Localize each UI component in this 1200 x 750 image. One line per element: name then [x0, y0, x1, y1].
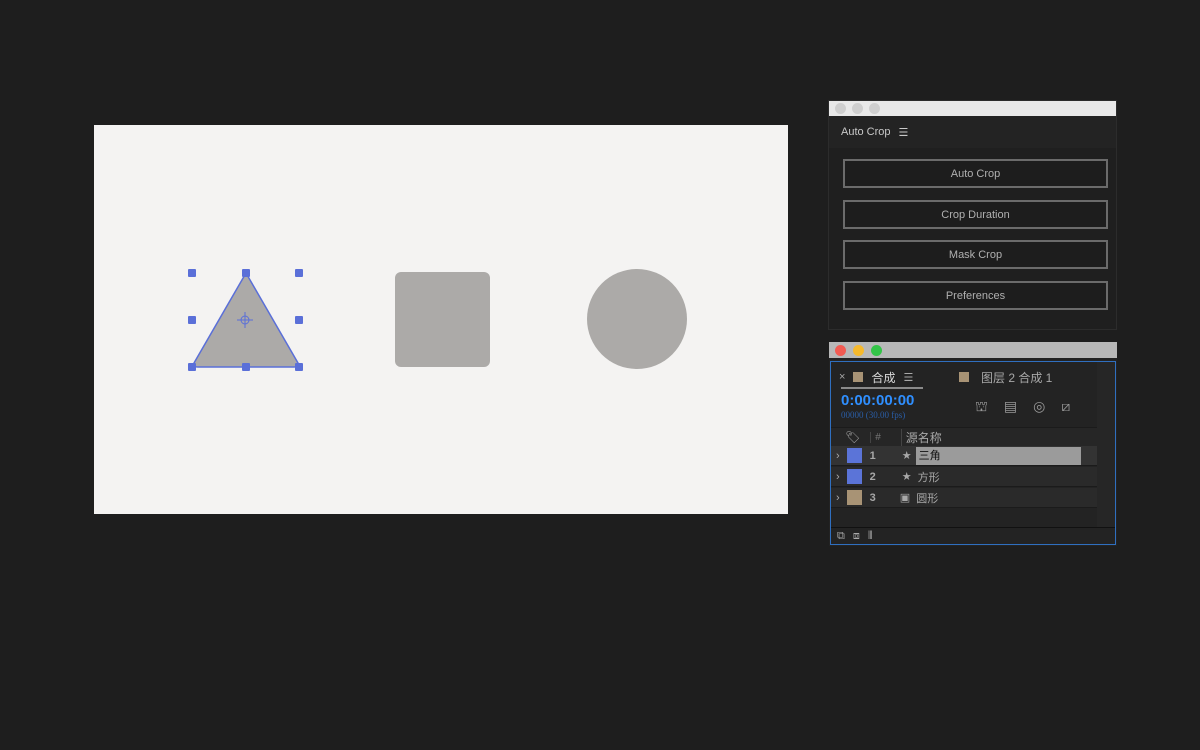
square-shape — [395, 272, 490, 367]
timecode[interactable]: 0:00:00:00 — [841, 392, 914, 409]
layer-row[interactable]: › 1 ★ 三角 — [831, 446, 1097, 466]
layer-row[interactable]: › 2 ★ 方形 — [831, 467, 1097, 487]
close-button[interactable] — [835, 344, 846, 356]
layer-name: 圆形 — [916, 492, 939, 505]
handle[interactable] — [242, 363, 250, 371]
crop-duration-button[interactable]: Crop Duration — [843, 200, 1108, 229]
handle[interactable] — [188, 269, 196, 277]
comp-color-swatch — [959, 372, 969, 382]
frame-count: 00000 (30.00 fps) — [841, 410, 906, 420]
tab-label: 合成 — [871, 370, 896, 385]
comp-flowchart-icon[interactable]: ⛫ — [975, 398, 988, 417]
column-source-name[interactable]: 源名称 — [900, 428, 942, 446]
handle[interactable] — [188, 316, 196, 324]
auto-crop-button[interactable]: Auto Crop — [843, 159, 1108, 188]
handle[interactable] — [188, 363, 196, 371]
title-bar — [829, 101, 1116, 116]
transfer-controls-icon[interactable]: ⧈ — [853, 530, 860, 543]
auto-crop-panel: Auto Crop ☰ Auto Crop Crop Duration Mask… — [828, 100, 1117, 330]
footage-layer-icon: ▣ — [899, 492, 911, 504]
comp-color-swatch — [853, 372, 864, 382]
handle[interactable] — [242, 269, 250, 277]
composition-canvas[interactable] — [94, 125, 788, 514]
close-tab-icon[interactable]: × — [839, 371, 845, 383]
tab-layer-comp[interactable]: 图层 2 合成 1 — [959, 368, 1052, 386]
motion-blur-icon[interactable]: ◎ — [1033, 398, 1045, 417]
minimize-button[interactable] — [853, 344, 864, 356]
timeline-strip[interactable] — [1097, 362, 1115, 527]
timeline-panel: × 合成 ☰ 图层 2 合成 1 » 0:00:00:00 00000 (30.… — [829, 342, 1117, 546]
panel-title: Auto Crop — [841, 126, 891, 138]
menu-icon[interactable]: ☰ — [903, 371, 913, 384]
tab-comp[interactable]: × 合成 ☰ — [839, 368, 913, 386]
shape-layer-icon: ★ — [901, 450, 912, 462]
layer-name-input[interactable]: 三角 — [915, 446, 1081, 465]
zoom-button[interactable] — [871, 344, 882, 356]
shapes — [192, 269, 687, 369]
graph-editor-icon[interactable]: ⧄ — [1061, 398, 1070, 417]
minimize-button[interactable] — [852, 103, 863, 114]
close-button[interactable] — [835, 103, 846, 114]
in-out-icon[interactable]: ⦀ — [868, 530, 873, 543]
preferences-button[interactable]: Preferences — [843, 281, 1108, 310]
layer-switches-icon[interactable]: ⧉ — [837, 530, 845, 543]
title-bar — [829, 342, 1117, 358]
handle[interactable] — [295, 316, 303, 324]
active-tab-underline — [841, 387, 923, 389]
zoom-button[interactable] — [869, 103, 880, 114]
circle-shape — [587, 269, 687, 369]
menu-icon[interactable]: ☰ — [899, 126, 909, 139]
label-tag-icon: 🏷 — [845, 430, 861, 444]
handle[interactable] — [295, 269, 303, 277]
draft-3d-icon[interactable]: ▤ — [1004, 398, 1017, 417]
shape-layer-icon: ★ — [901, 471, 912, 483]
layer-name: 方形 — [917, 471, 940, 484]
mask-crop-button[interactable]: Mask Crop — [843, 240, 1108, 269]
layer-row[interactable]: › 3 ▣ 圆形 — [831, 488, 1097, 508]
column-number: # — [870, 431, 881, 443]
handle[interactable] — [295, 363, 303, 371]
tab-label: 图层 2 合成 1 — [981, 370, 1053, 385]
